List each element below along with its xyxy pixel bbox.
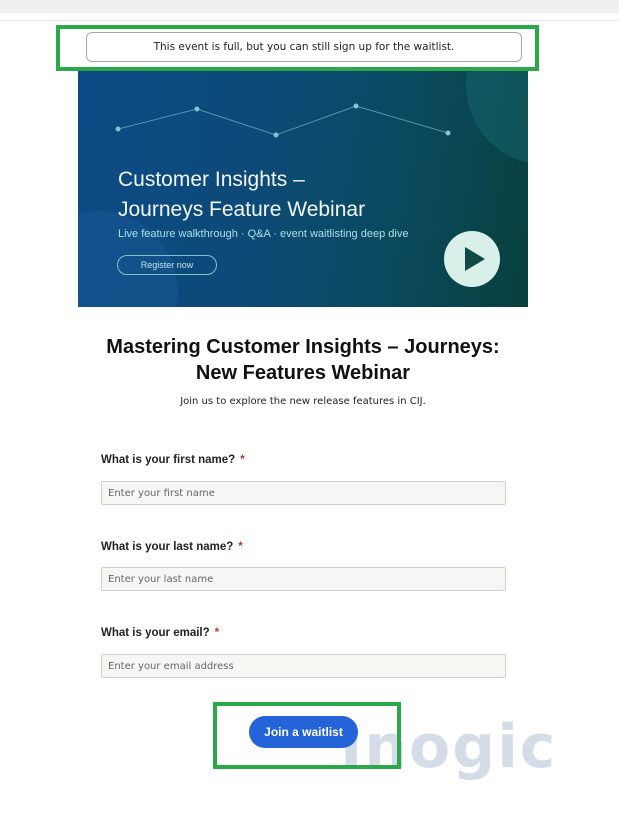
last-name-label: What is your last name? * bbox=[101, 541, 243, 553]
first-name-label-text: What is your first name? bbox=[101, 454, 236, 466]
play-icon bbox=[444, 231, 500, 287]
highlight-box-notice bbox=[56, 25, 539, 71]
event-banner-image: Customer Insights – Journeys Feature Web… bbox=[78, 71, 528, 307]
event-intro: Join us to explore the new release featu… bbox=[180, 396, 426, 407]
first-name-input[interactable] bbox=[101, 481, 506, 505]
browser-top-bar bbox=[0, 0, 619, 13]
email-input[interactable] bbox=[101, 654, 506, 678]
banner-register-button: Register now bbox=[117, 255, 217, 275]
email-label-text: What is your email? bbox=[101, 627, 210, 639]
event-title-line2: New Features Webinar bbox=[195, 362, 411, 384]
event-title-line1: Mastering Customer Insights – Journeys: bbox=[106, 336, 500, 358]
event-title: Mastering Customer Insights – Journeys: … bbox=[70, 334, 536, 386]
top-divider bbox=[0, 20, 619, 21]
highlight-box-button bbox=[213, 702, 401, 769]
required-mark: * bbox=[214, 627, 220, 639]
last-name-input[interactable] bbox=[101, 567, 506, 591]
banner-title-line2: Journeys Feature Webinar bbox=[118, 198, 366, 221]
banner-title: Customer Insights – Journeys Feature Web… bbox=[118, 165, 418, 225]
email-label: What is your email? * bbox=[101, 627, 219, 639]
last-name-label-text: What is your last name? bbox=[101, 541, 234, 553]
required-mark: * bbox=[238, 541, 243, 553]
play-triangle bbox=[465, 247, 485, 271]
required-mark: * bbox=[240, 454, 245, 466]
banner-subtitle: Live feature walkthrough · Q&A · event w… bbox=[118, 228, 409, 240]
banner-title-line1: Customer Insights – bbox=[118, 168, 305, 191]
first-name-label: What is your first name? * bbox=[101, 454, 245, 466]
